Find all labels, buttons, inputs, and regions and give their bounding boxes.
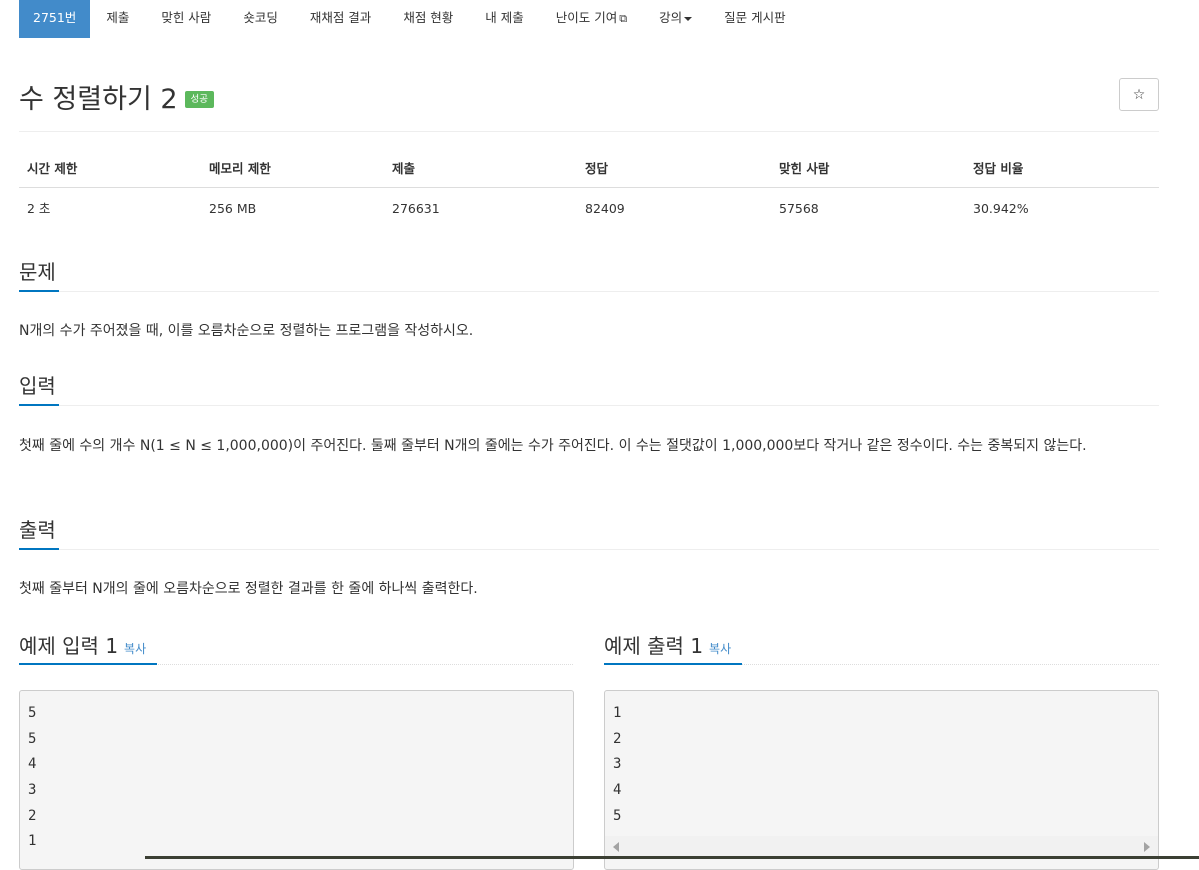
value-memory-limit: 256 MB: [209, 201, 257, 216]
value-accept-ratio: 30.942%: [973, 201, 1029, 216]
horizontal-scrollbar[interactable]: [605, 836, 1158, 856]
section-title-output: 출력: [19, 518, 56, 542]
sample-output-line: 1: [613, 705, 622, 721]
sample-input-box: 5 5 4 3 2 1: [19, 690, 574, 870]
problem-title: 수 정렬하기 2: [19, 84, 178, 115]
problem-info-table: 시간 제한 메모리 제한 제출 정답 맞힌 사람 정답 비율 2 초 256 M…: [19, 150, 1159, 225]
problem-description: N개의 수가 주어졌을 때, 이를 오름차순으로 정렬하는 프로그램을 작성하시…: [19, 323, 474, 339]
section-underline-output: [19, 548, 59, 550]
tab-solved-users[interactable]: 맞힌 사람: [145, 0, 227, 38]
tab-difficulty-label: 난이도 기여: [555, 10, 618, 25]
value-accepted: 82409: [585, 201, 625, 216]
header-submissions: 제출: [392, 161, 416, 176]
header-time-limit: 시간 제한: [27, 161, 78, 176]
info-table-header: 시간 제한 메모리 제한 제출 정답 맞힌 사람 정답 비율: [19, 150, 1159, 188]
sample-output-line: 3: [613, 756, 622, 773]
header-memory-limit: 메모리 제한: [209, 161, 271, 176]
section-underline-problem: [19, 290, 59, 292]
status-badge: 성공: [184, 90, 215, 109]
problem-menu: 2751번 제출 맞힌 사람 숏코딩 재채점 결과 채점 현황 내 제출 난이도…: [19, 0, 802, 38]
copy-output-link[interactable]: 복사: [709, 642, 731, 656]
tab-lectures-label: 강의: [659, 10, 683, 25]
sample-input-line: 3: [28, 782, 37, 799]
section-title-problem: 문제: [19, 260, 56, 284]
problem-title-row: 수 정렬하기 2 성공: [19, 77, 215, 116]
section-title-input: 입력: [19, 374, 56, 398]
value-solved-users: 57568: [779, 201, 819, 216]
value-time-limit: 2 초: [27, 201, 51, 216]
input-description: 첫째 줄에 수의 개수 N(1 ≤ N ≤ 1,000,000)이 주어진다. …: [19, 438, 1087, 454]
example-input-underline: [19, 663, 157, 665]
example-output-title: 예제 출력 1: [604, 634, 704, 658]
sample-output-line: 2: [613, 730, 622, 747]
tab-problem-id[interactable]: 2751번: [19, 0, 91, 38]
output-description: 첫째 줄부터 N개의 줄에 오름차순으로 정렬한 결과를 한 줄에 하나씩 출력…: [19, 581, 478, 597]
example-input-heading: 예제 입력 1 복사: [19, 630, 146, 659]
sample-input-line: 5: [28, 730, 37, 747]
example-output-underline: [604, 663, 742, 665]
sample-input-line: 4: [28, 756, 37, 773]
tab-judge-status[interactable]: 채점 현황: [387, 0, 469, 38]
sample-input-line: 2: [28, 807, 37, 824]
sample-input-line: 1: [28, 833, 37, 850]
example-input-title: 예제 입력 1: [19, 634, 119, 658]
info-table-row: 2 초 256 MB 276631 82409 57568 30.942%: [19, 188, 1159, 225]
header-accept-ratio: 정답 비율: [973, 161, 1024, 176]
scroll-right-arrow-icon[interactable]: [1144, 842, 1150, 852]
section-underline-input: [19, 404, 59, 406]
tab-short-coding[interactable]: 숏코딩: [227, 0, 294, 38]
tab-submit[interactable]: 제출: [90, 0, 145, 38]
sample-output-line: 4: [613, 782, 622, 799]
section-divider-output: [19, 549, 1159, 550]
star-icon: ☆: [1132, 86, 1146, 103]
sample-input-line: 5: [28, 705, 37, 721]
tab-difficulty-contribution[interactable]: 난이도 기여 ⧉: [540, 0, 643, 38]
header-solved-users: 맞힌 사람: [779, 161, 830, 176]
example-output-heading: 예제 출력 1 복사: [604, 630, 731, 659]
scroll-left-arrow-icon[interactable]: [613, 842, 619, 852]
section-divider-problem: [19, 291, 1159, 292]
favorite-star-button[interactable]: ☆: [1119, 78, 1159, 111]
sample-output-line: 5: [613, 807, 622, 824]
external-link-icon: ⧉: [619, 12, 628, 25]
tab-lectures-dropdown[interactable]: 강의: [643, 0, 708, 38]
value-submissions: 276631: [392, 201, 440, 216]
tab-rejudge-results[interactable]: 재채점 결과: [294, 0, 387, 38]
tab-my-submissions[interactable]: 내 제출: [469, 0, 539, 38]
copy-input-link[interactable]: 복사: [124, 642, 146, 656]
section-divider-input: [19, 405, 1159, 406]
tab-question-board[interactable]: 질문 게시판: [708, 0, 801, 38]
header-accepted: 정답: [585, 161, 609, 176]
caret-down-icon: [684, 16, 693, 21]
title-divider: [19, 131, 1159, 132]
